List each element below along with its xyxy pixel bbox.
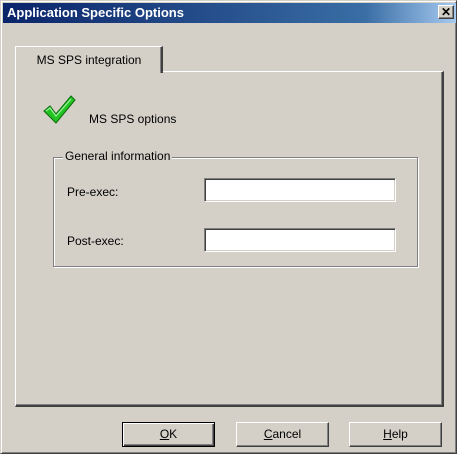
cancel-button[interactable]: Cancel (236, 422, 329, 447)
post-exec-input[interactable] (204, 228, 396, 252)
close-icon: ✕ (440, 5, 452, 19)
title-bar[interactable]: Application Specific Options ✕ (3, 3, 456, 23)
ok-button[interactable]: OK (122, 422, 215, 447)
help-button[interactable]: Help (349, 422, 442, 447)
help-mnemonic: H (383, 427, 392, 441)
post-exec-label: Post-exec: (67, 234, 124, 248)
ms-sps-options-label: MS SPS options (89, 112, 177, 126)
pre-exec-input[interactable] (204, 178, 396, 202)
close-button[interactable]: ✕ (438, 5, 454, 19)
tab-label: MS SPS integration (36, 53, 142, 67)
dialog-title: Application Specific Options (7, 5, 184, 20)
ok-label-rest: K (169, 427, 178, 441)
tab-ms-sps-integration[interactable]: MS SPS integration (15, 46, 163, 73)
help-label-rest: elp (391, 427, 408, 441)
pre-exec-label: Pre-exec: (67, 185, 119, 199)
application-options-dialog: Application Specific Options ✕ MS SPS in… (0, 0, 457, 454)
ok-mnemonic: O (159, 427, 170, 441)
green-checkmark-icon (43, 95, 76, 124)
general-information-legend: General information (63, 149, 173, 163)
cancel-label-rest: ancel (272, 427, 302, 441)
